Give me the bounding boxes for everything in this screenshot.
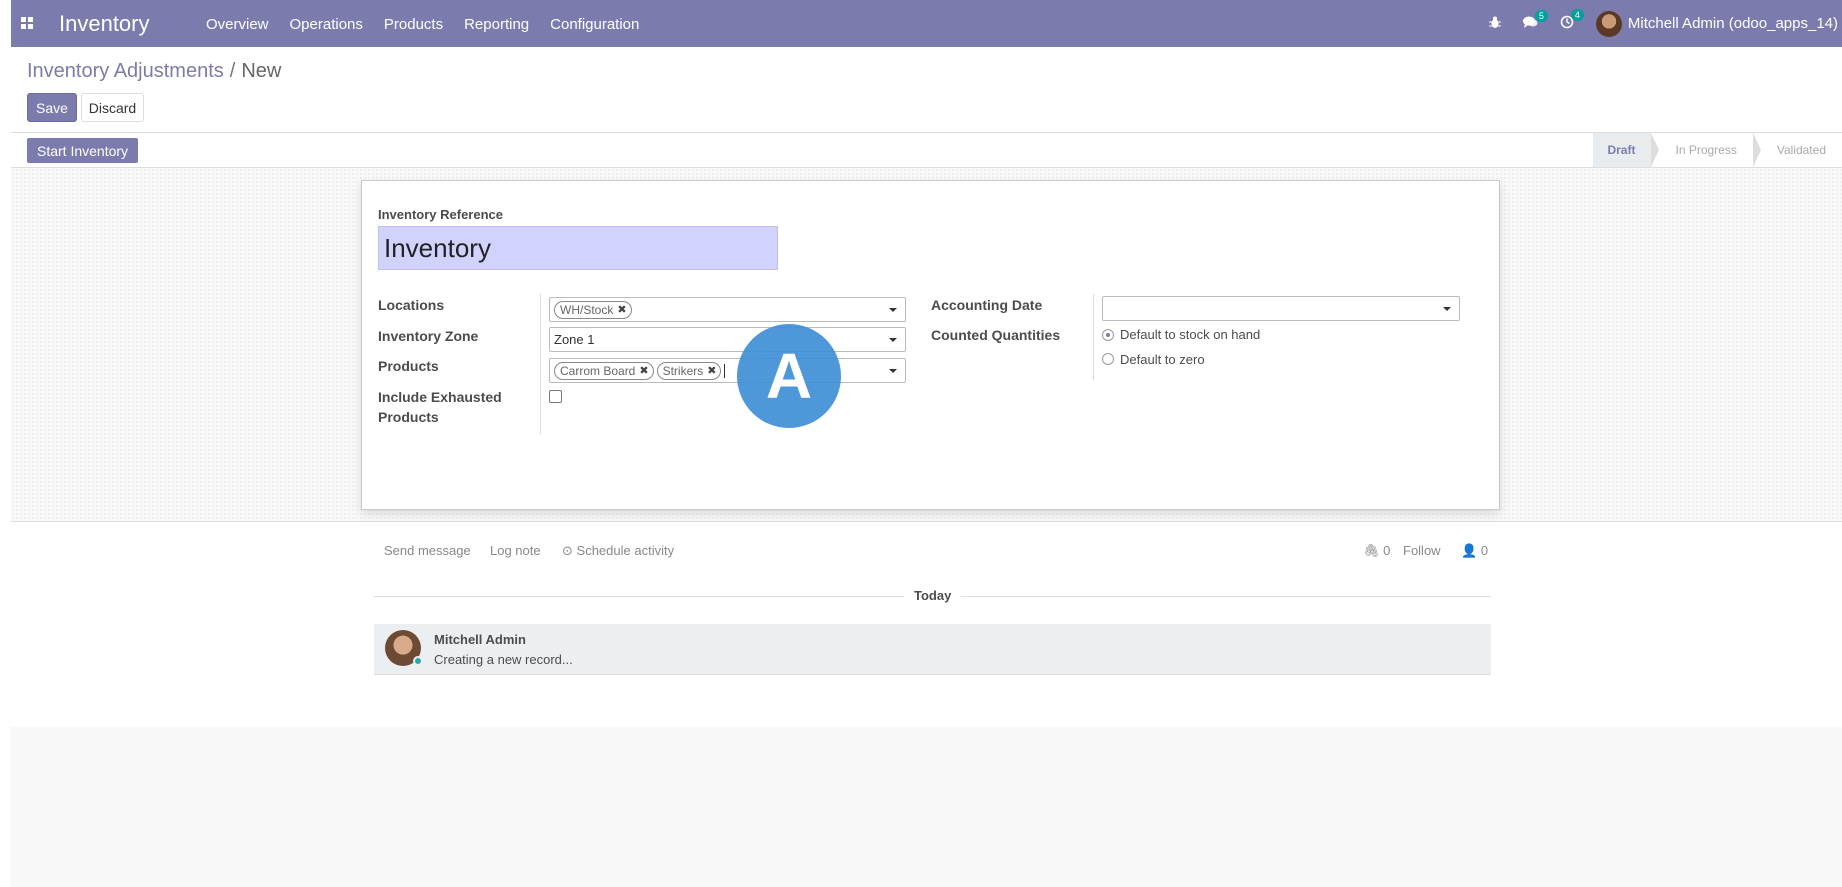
schedule-activity-button[interactable]: ⊙ Schedule activity xyxy=(562,543,674,559)
menu-overview[interactable]: Overview xyxy=(206,16,269,33)
stage-draft[interactable]: Draft xyxy=(1593,133,1660,167)
locations-label: Locations xyxy=(378,297,445,313)
radio-stock-on-hand[interactable] xyxy=(1102,329,1114,341)
activities-badge: 4 xyxy=(1570,9,1584,21)
remove-tag-icon[interactable]: ✖ xyxy=(707,364,716,377)
user-icon: 👤 xyxy=(1461,543,1478,558)
breadcrumb-current: New xyxy=(241,60,282,82)
online-status-icon xyxy=(413,656,423,666)
status-stages: Draft In Progress Validated xyxy=(1593,133,1842,167)
footer-background xyxy=(11,727,1842,887)
today-label: Today xyxy=(904,588,962,603)
radio-zero-label[interactable]: Default to zero xyxy=(1120,352,1205,367)
menu-configuration[interactable]: Configuration xyxy=(550,16,639,33)
inventory-zone-label: Inventory Zone xyxy=(378,328,479,344)
label-separator xyxy=(540,294,541,434)
app-title[interactable]: Inventory xyxy=(59,11,150,37)
log-note-button[interactable]: Log note xyxy=(490,543,541,558)
accounting-date-label: Accounting Date xyxy=(931,297,1043,313)
form-statusbar: Start Inventory Draft In Progress Valida… xyxy=(11,133,1842,168)
inventory-zone-field[interactable]: Zone 1 xyxy=(549,327,906,352)
main-menu: Overview Operations Products Reporting C… xyxy=(206,16,660,33)
stage-validated[interactable]: Validated xyxy=(1753,133,1842,167)
products-label: Products xyxy=(378,358,439,374)
products-field[interactable]: Carrom Board ✖ Strikers ✖ xyxy=(549,358,906,383)
breadcrumb-parent[interactable]: Inventory Adjustments xyxy=(27,60,224,82)
attachments-count: 0 xyxy=(1383,543,1391,558)
include-exhausted-checkbox[interactable] xyxy=(549,390,562,403)
send-message-button[interactable]: Send message xyxy=(384,543,471,558)
activities-icon[interactable]: 4 xyxy=(1560,9,1584,32)
message-author[interactable]: Mitchell Admin xyxy=(434,632,526,647)
counted-quantities-label: Counted Quantities xyxy=(931,327,1061,343)
inventory-reference-label: Inventory Reference xyxy=(378,207,503,222)
inventory-zone-value: Zone 1 xyxy=(554,332,595,347)
accounting-date-field[interactable] xyxy=(1102,296,1460,321)
save-button[interactable]: Save xyxy=(27,93,77,122)
product-tag-label: Strikers xyxy=(662,363,704,378)
followers-button[interactable]: 👤 0 xyxy=(1461,543,1488,559)
radio-stock-on-hand-label[interactable]: Default to stock on hand xyxy=(1120,327,1260,342)
user-avatar xyxy=(1595,10,1622,37)
locations-field[interactable]: WH/Stock ✖ xyxy=(549,297,906,322)
dropdown-caret-icon[interactable] xyxy=(889,308,897,312)
chatter-message: Mitchell Admin Creating a new record... xyxy=(374,624,1491,675)
apps-menu-icon[interactable] xyxy=(21,17,33,29)
start-inventory-button[interactable]: Start Inventory xyxy=(27,138,139,163)
dropdown-caret-icon[interactable] xyxy=(889,338,897,342)
inventory-reference-input[interactable]: Inventory xyxy=(378,226,778,270)
product-tag: Strikers ✖ xyxy=(656,361,722,380)
remove-tag-icon[interactable]: ✖ xyxy=(639,364,648,377)
schedule-activity-label: Schedule activity xyxy=(576,543,675,558)
user-name: Mitchell Admin (odoo_apps_14) xyxy=(1627,15,1838,32)
discard-button[interactable]: Discard xyxy=(81,93,144,122)
clock-icon: ⊙ xyxy=(562,543,573,558)
radio-zero[interactable] xyxy=(1102,353,1114,365)
dropdown-caret-icon[interactable] xyxy=(1443,307,1451,311)
location-tag: WH/Stock ✖ xyxy=(554,300,632,319)
menu-products[interactable]: Products xyxy=(384,16,443,33)
text-cursor xyxy=(724,363,726,378)
paperclip-icon: 🖇 xyxy=(1363,543,1380,558)
form-sheet: Inventory Reference Inventory Locations … xyxy=(361,180,1500,510)
user-menu[interactable]: Mitchell Admin (odoo_apps_14) xyxy=(1595,10,1838,37)
remove-tag-icon[interactable]: ✖ xyxy=(617,303,626,316)
attachments-button[interactable]: 🖇 0 xyxy=(1363,543,1390,559)
message-body: Creating a new record... xyxy=(434,652,573,667)
follow-button[interactable]: Follow xyxy=(1403,543,1441,558)
stage-in-progress[interactable]: In Progress xyxy=(1651,133,1762,167)
messages-badge: 5 xyxy=(1534,9,1548,22)
menu-reporting[interactable]: Reporting xyxy=(464,16,529,33)
app-frame: Inventory Overview Operations Products R… xyxy=(11,0,1842,887)
include-exhausted-label-line1: Include Exhausted xyxy=(378,389,502,405)
location-tag-label: WH/Stock xyxy=(560,302,614,317)
bug-icon[interactable] xyxy=(1488,16,1501,32)
annotation-marker: A xyxy=(737,324,841,428)
product-tag: Carrom Board ✖ xyxy=(554,361,654,380)
dropdown-caret-icon[interactable] xyxy=(889,369,897,373)
breadcrumb-separator: / xyxy=(229,60,236,82)
systray: 5 4 Mitchell Admin (odoo_apps_14) xyxy=(1488,0,1842,47)
label-separator xyxy=(1093,294,1094,380)
messages-icon[interactable]: 5 xyxy=(1522,9,1548,32)
product-tag-label: Carrom Board xyxy=(560,363,636,378)
menu-operations[interactable]: Operations xyxy=(290,16,363,33)
followers-count: 0 xyxy=(1480,543,1489,558)
include-exhausted-label-line2: Products xyxy=(378,409,439,425)
top-navbar: Inventory Overview Operations Products R… xyxy=(11,0,1842,47)
breadcrumb: Inventory Adjustments / New xyxy=(27,60,281,83)
